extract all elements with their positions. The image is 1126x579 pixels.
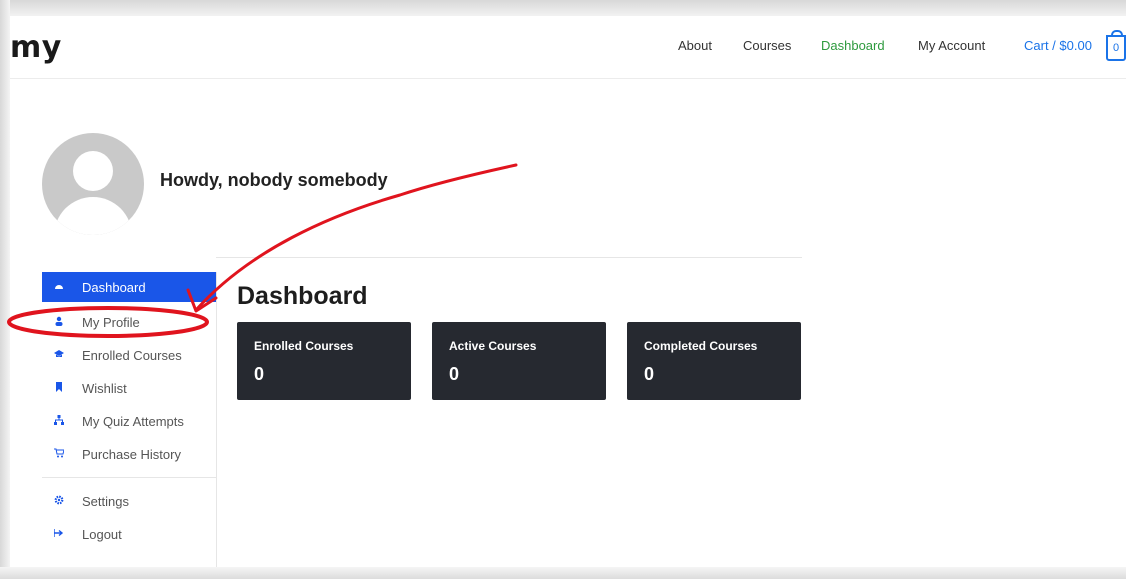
stat-card-enrolled: Enrolled Courses 0: [237, 322, 411, 400]
avatar-head-shape: [73, 151, 113, 191]
greeting-text: Howdy, nobody somebody: [160, 170, 388, 190]
site-header: my About Courses Dashboard My Account Ca…: [10, 16, 1126, 79]
sidebar-item-label: My Profile: [82, 315, 140, 330]
quiz-icon: [54, 415, 64, 425]
sidebar-item-label: Settings: [82, 494, 129, 509]
nav-cart[interactable]: Cart / $0.00: [1024, 38, 1092, 53]
site-logo[interactable]: my: [10, 30, 62, 65]
sidebar-item-wishlist[interactable]: Wishlist: [42, 373, 216, 403]
window-frame-left: [0, 0, 10, 579]
sidebar-item-my-profile[interactable]: My Profile: [42, 307, 216, 337]
sidebar-item-quiz-attempts[interactable]: My Quiz Attempts: [42, 406, 216, 436]
window-frame-top: [0, 0, 1126, 16]
sidebar-divider: [42, 477, 216, 478]
stat-card-completed: Completed Courses 0: [627, 322, 801, 400]
user-icon: [55, 316, 63, 326]
dashboard-sidebar: Dashboard My Profile Enrolled Courses Wi…: [42, 272, 217, 572]
nav-my-account[interactable]: My Account: [918, 38, 985, 53]
avatar: [42, 133, 144, 235]
sidebar-item-label: Logout: [82, 527, 122, 542]
sidebar-item-dashboard[interactable]: Dashboard: [42, 272, 216, 302]
sidebar-item-logout[interactable]: Logout: [42, 519, 216, 549]
logout-icon: [54, 529, 64, 537]
sidebar-item-label: My Quiz Attempts: [82, 414, 184, 429]
stat-card-title: Enrolled Courses: [254, 339, 354, 353]
sidebar-item-purchase-history[interactable]: Purchase History: [42, 439, 216, 469]
stat-card-value: 0: [449, 364, 460, 384]
sidebar-item-settings[interactable]: Settings: [42, 486, 216, 516]
graduation-cap-icon: [54, 350, 64, 357]
header-divider: [216, 257, 802, 258]
dashboard-icon: [55, 285, 63, 289]
stat-card-value: 0: [644, 364, 655, 384]
page-title: Dashboard: [237, 282, 368, 310]
sidebar-item-enrolled-courses[interactable]: Enrolled Courses: [42, 340, 216, 370]
bookmark-icon: [56, 382, 62, 392]
nav-dashboard[interactable]: Dashboard: [821, 38, 885, 53]
avatar-body-shape: [54, 197, 132, 235]
sidebar-item-label: Enrolled Courses: [82, 348, 182, 363]
stat-card-active: Active Courses 0: [432, 322, 606, 400]
sidebar-item-label: Dashboard: [82, 280, 146, 295]
sidebar-item-label: Wishlist: [82, 381, 127, 396]
stat-card-title: Completed Courses: [644, 339, 758, 353]
cart-icon: [54, 448, 64, 458]
stat-card-title: Active Courses: [449, 339, 537, 353]
cart-count-badge[interactable]: 0: [1106, 30, 1126, 61]
stat-card-value: 0: [254, 364, 265, 384]
nav-about[interactable]: About: [678, 38, 712, 53]
nav-courses[interactable]: Courses: [743, 38, 791, 53]
gear-icon: [54, 495, 64, 505]
window-frame-bottom: [0, 567, 1126, 579]
sidebar-item-label: Purchase History: [82, 447, 181, 462]
